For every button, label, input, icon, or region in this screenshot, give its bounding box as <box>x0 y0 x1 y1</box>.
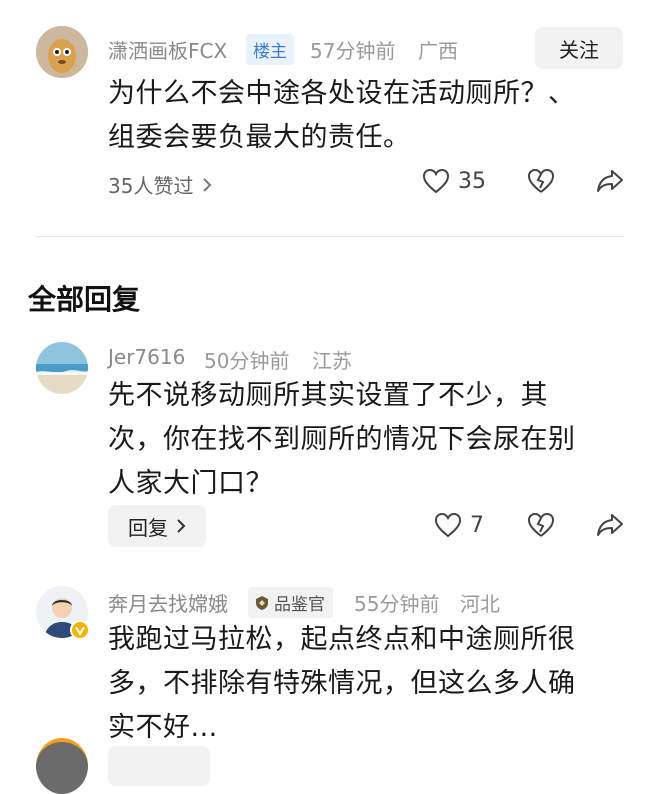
comment-time: 50分钟前 <box>204 349 290 373</box>
comment-content: 我跑过马拉松，起点终点和中途厕所很 多，不排除有特殊情况，但这么多人确 实不好.… <box>108 618 628 750</box>
like-count: 35 <box>458 168 486 194</box>
dislike-button[interactable] <box>527 512 555 542</box>
comment-content: 先不说移动厕所其实设置了不少，其 次，你在找不到厕所的情况下会尿在别 人家大门口… <box>108 374 628 506</box>
dislike-button[interactable] <box>527 168 555 198</box>
like-button[interactable]: 35 <box>422 168 486 194</box>
likes-summary-link[interactable]: 35人赞过 <box>108 170 213 199</box>
reply-button[interactable] <box>108 746 210 786</box>
share-icon <box>597 514 623 536</box>
comment-line: 实不好... <box>108 712 218 743</box>
username[interactable]: 潇洒画板FCX <box>108 35 227 64</box>
avatar[interactable] <box>36 586 90 640</box>
username[interactable]: Jer7616 <box>108 345 185 369</box>
chevron-right-icon <box>177 519 186 533</box>
reviewer-badge: 品鉴官 <box>248 587 333 618</box>
comment-line: 先不说移动厕所其实设置了不少，其 <box>108 380 548 411</box>
username[interactable]: 奔月去找嫦娥 <box>108 588 228 617</box>
share-icon <box>597 170 623 192</box>
comment-content: 为什么不会中途各处设在活动厕所？、 组委会要负最大的责任。 <box>108 72 628 160</box>
comment-line: 为什么不会中途各处设在活动厕所？、 <box>108 78 576 109</box>
comment-line: 多，不排除有特殊情况，但这么多人确 <box>108 668 576 699</box>
follow-button[interactable]: 关注 <box>535 27 623 69</box>
reviewer-badge-label: 品鉴官 <box>274 595 325 615</box>
avatar-image <box>36 26 88 78</box>
section-title: 全部回复 <box>28 283 141 316</box>
avatar[interactable] <box>36 738 88 794</box>
like-button[interactable]: 7 <box>434 512 484 538</box>
avatar[interactable] <box>36 26 88 78</box>
like-count: 7 <box>470 512 484 538</box>
share-button[interactable] <box>596 168 624 198</box>
reply-label: 回复 <box>128 515 168 540</box>
avatar[interactable] <box>36 342 88 394</box>
broken-heart-icon <box>527 168 555 193</box>
comment-location: 江苏 <box>312 349 352 373</box>
comment-location: 河北 <box>460 592 500 616</box>
reply-button[interactable]: 回复 <box>108 505 206 547</box>
comment-time: 55分钟前 <box>354 592 440 616</box>
comment-time: 57分钟前 <box>310 39 396 63</box>
heart-icon <box>434 512 462 538</box>
comment-line: 组委会要负最大的责任。 <box>108 122 411 153</box>
author-badge: 楼主 <box>246 34 294 65</box>
badge-shield-icon <box>256 595 268 610</box>
divider <box>36 236 624 237</box>
comment-line: 人家大门口？ <box>108 468 273 499</box>
chevron-right-icon <box>203 177 212 192</box>
comment-line: 次，你在找不到厕所的情况下会尿在别 <box>108 424 576 455</box>
comment-line: 我跑过马拉松，起点终点和中途厕所很 <box>108 624 576 655</box>
likes-summary: 35人赞过 <box>108 174 194 198</box>
comment-location: 广西 <box>418 39 458 63</box>
avatar-image <box>36 342 88 394</box>
heart-icon <box>422 168 450 194</box>
share-button[interactable] <box>596 512 624 542</box>
verified-icon <box>70 620 90 640</box>
broken-heart-icon <box>527 512 555 537</box>
